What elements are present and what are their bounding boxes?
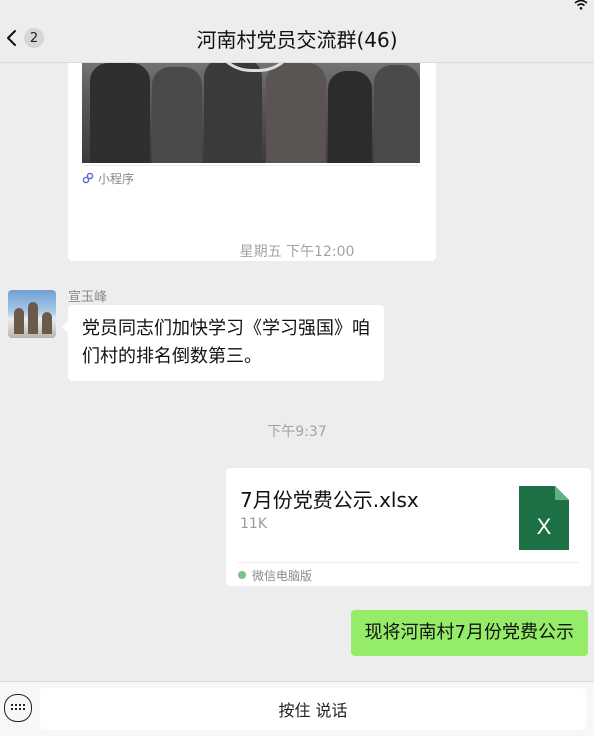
- mini-program-footer: 小程序: [82, 165, 422, 190]
- message-text-line: 党员同志们加快学习《学习强国》咱: [82, 318, 370, 339]
- hold-to-talk-button[interactable]: 按住 说话: [40, 688, 586, 730]
- file-source-label: 微信电脑版: [252, 568, 313, 583]
- chat-title: 河南村党员交流群(46): [196, 28, 398, 52]
- timestamp: 星期五 下午12:00: [239, 244, 355, 260]
- file-message-card[interactable]: 7月份党费公示.xlsx 11K X 微信电脑版: [226, 468, 591, 586]
- wechat-pc-icon: [238, 571, 246, 579]
- message-text-line: 们村的排名倒数第三。: [82, 346, 262, 367]
- keyboard-toggle-button[interactable]: [4, 694, 32, 722]
- file-name: 7月份党费公示.xlsx: [240, 488, 419, 512]
- timestamp: 下午9:37: [267, 424, 327, 440]
- mini-program-thumbnail: [82, 63, 420, 163]
- wifi-icon: [574, 0, 588, 10]
- input-bar: 按住 说话: [0, 681, 594, 736]
- excel-file-icon: X: [519, 486, 569, 550]
- keyboard-icon: [11, 704, 25, 710]
- file-source: 微信电脑版: [238, 562, 579, 587]
- mini-program-card[interactable]: 小程序: [68, 63, 436, 261]
- sender-avatar[interactable]: [8, 290, 56, 338]
- excel-icon-letter: X: [537, 514, 552, 539]
- message-list[interactable]: 小程序 星期五 下午12:00 宣玉峰 党员同志们加快学习《学习强国》咱 们村的…: [0, 63, 594, 681]
- message-bubble[interactable]: 党员同志们加快学习《学习强国》咱 们村的排名倒数第三。: [62, 305, 384, 381]
- mini-program-icon: [82, 172, 94, 184]
- sender-name: 宣玉峰: [68, 290, 108, 305]
- chat-header: 2 河南村党员交流群(46): [0, 0, 594, 63]
- own-message-bubble[interactable]: 现将河南村7月份党费公示: [350, 610, 588, 656]
- file-size: 11K: [240, 516, 267, 532]
- mini-program-label: 小程序: [98, 171, 135, 186]
